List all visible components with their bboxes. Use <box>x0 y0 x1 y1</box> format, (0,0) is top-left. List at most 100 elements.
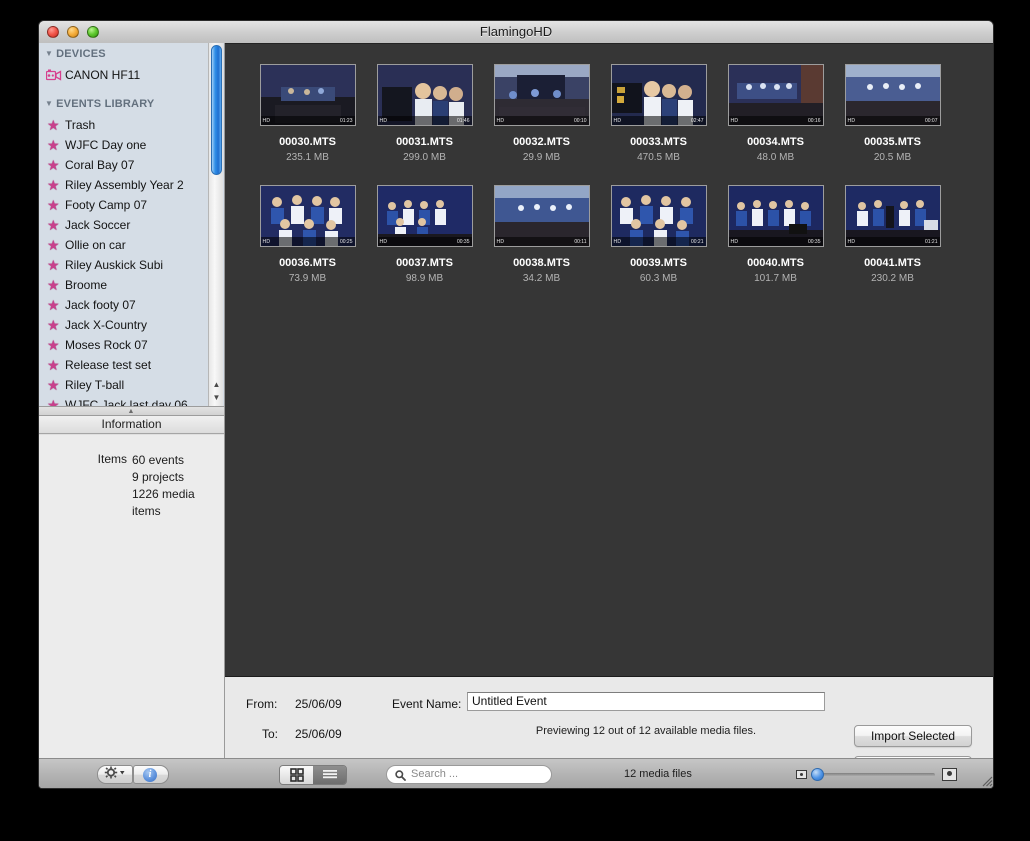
disclosure-triangle-icon[interactable]: ▼ <box>45 99 53 108</box>
duration-badge: 00:35 <box>456 239 470 245</box>
sidebar-item-riley-auskick-subi[interactable]: ★ Riley Auskick Subi <box>39 255 224 275</box>
sidebar-item-jack-footy-07[interactable]: ★ Jack footy 07 <box>39 295 224 315</box>
media-item[interactable]: HD 02:47 00033.MTS 470.5 MB <box>600 64 717 185</box>
media-thumbnail[interactable]: HD 00:11 <box>493 185 590 247</box>
media-item[interactable]: HD 00:35 00037.MTS 98.9 MB <box>366 185 483 306</box>
media-filename: 00033.MTS <box>630 136 687 148</box>
format-badge: HD <box>847 239 856 245</box>
sidebar-item-release-test-set[interactable]: ★ Release test set <box>39 355 224 375</box>
import-selected-button[interactable]: Import Selected <box>854 725 972 747</box>
media-filesize: 34.2 MB <box>522 273 561 284</box>
window-titlebar: FlamingoHD <box>39 21 993 44</box>
media-filename: 00037.MTS <box>396 257 453 269</box>
sidebar: ▼ DEVICES CANON HF11 ▼ EVENTS LIBRARY ★ … <box>39 43 225 758</box>
sidebar-splitter[interactable]: ▲ <box>39 406 224 416</box>
sidebar-scrollbar-thumb[interactable] <box>211 45 222 175</box>
media-item[interactable]: HD 00:07 00035.MTS 20.5 MB <box>834 64 951 185</box>
sidebar-item-riley-t-ball[interactable]: ★ Riley T-ball <box>39 375 224 395</box>
format-badge: HD <box>730 118 739 124</box>
sidebar-item-ollie-on-car[interactable]: ★ Ollie on car <box>39 235 224 255</box>
media-filename: 00031.MTS <box>396 136 453 148</box>
info-button[interactable]: i <box>133 765 169 784</box>
search-input[interactable]: Search ... <box>386 765 552 784</box>
media-thumbnail[interactable]: HD 00:10 <box>493 64 590 126</box>
sidebar-group-label: DEVICES <box>56 48 106 60</box>
scroll-down-arrow-icon[interactable]: ▼ <box>211 392 222 403</box>
sidebar-item-broome[interactable]: ★ Broome <box>39 275 224 295</box>
zoom-slider-track[interactable] <box>812 773 935 777</box>
sidebar-group-label: EVENTS LIBRARY <box>56 98 155 110</box>
thumbnail-badge-bar: HD 02:47 <box>611 116 706 125</box>
media-item[interactable]: HD 00:21 00039.MTS 60.3 MB <box>600 185 717 306</box>
media-filename: 00038.MTS <box>513 257 570 269</box>
info-icon: i <box>143 768 157 782</box>
media-browser: HD 01:23 00030.MTS 235.1 MB HD 01:46 000… <box>225 43 993 778</box>
media-thumbnail[interactable]: HD 01:23 <box>259 64 356 126</box>
to-value: 25/06/09 <box>295 727 342 741</box>
media-thumbnail[interactable]: HD 02:47 <box>610 64 707 126</box>
scroll-up-arrow-icon[interactable]: ▲ <box>211 379 222 390</box>
resize-grip-icon[interactable] <box>979 773 993 787</box>
sidebar-item-footy-camp-07[interactable]: ★ Footy Camp 07 <box>39 195 224 215</box>
media-filesize: 230.2 MB <box>871 273 914 284</box>
sidebar-item-wjfc-jack-last-day-06[interactable]: ★ WJFC Jack last day 06 <box>39 395 224 406</box>
grid-view-button[interactable] <box>280 766 313 784</box>
list-view-button[interactable] <box>313 766 346 784</box>
sidebar-item-wjfc-day-one[interactable]: ★ WJFC Day one <box>39 135 224 155</box>
sidebar-item-trash[interactable]: ★ Trash <box>39 115 224 135</box>
media-filesize: 235.1 MB <box>286 152 329 163</box>
sidebar-item-jack-x-country[interactable]: ★ Jack X-Country <box>39 315 224 335</box>
zoom-slider-thumb[interactable] <box>811 768 824 781</box>
search-icon <box>395 770 406 781</box>
sidebar-item-coral-bay-07[interactable]: ★ Coral Bay 07 <box>39 155 224 175</box>
sidebar-item-canon-hf11[interactable]: CANON HF11 <box>39 65 224 85</box>
media-thumbnail[interactable]: HD 00:35 <box>376 185 473 247</box>
media-filename: 00032.MTS <box>513 136 570 148</box>
media-thumbnail[interactable]: HD 00:21 <box>610 185 707 247</box>
sidebar-item-label: WJFC Day one <box>65 138 147 152</box>
media-item[interactable]: HD 00:10 00032.MTS 29.9 MB <box>483 64 600 185</box>
view-mode-toggle[interactable] <box>279 765 347 785</box>
media-thumbnail[interactable]: HD 00:25 <box>259 185 356 247</box>
media-item[interactable]: HD 00:11 00038.MTS 34.2 MB <box>483 185 600 306</box>
sidebar-item-moses-rock-07[interactable]: ★ Moses Rock 07 <box>39 335 224 355</box>
action-menu-button[interactable] <box>97 765 133 784</box>
application-window: FlamingoHD ▼ DEVICES CANON HF11 ▼ EVENTS… <box>38 20 994 789</box>
media-thumbnail[interactable]: HD 00:35 <box>727 185 824 247</box>
window-body: ▼ DEVICES CANON HF11 ▼ EVENTS LIBRARY ★ … <box>39 43 993 778</box>
media-filename: 00030.MTS <box>279 136 336 148</box>
sidebar-group-devices[interactable]: ▼ DEVICES <box>39 43 224 65</box>
sidebar-item-riley-assembly-year-2[interactable]: ★ Riley Assembly Year 2 <box>39 175 224 195</box>
media-item[interactable]: HD 00:35 00040.MTS 101.7 MB <box>717 185 834 306</box>
thumbnail-large-icon[interactable] <box>942 768 957 781</box>
media-thumbnail[interactable]: HD 00:07 <box>844 64 941 126</box>
media-item[interactable]: HD 01:21 00041.MTS 230.2 MB <box>834 185 951 306</box>
format-badge: HD <box>730 239 739 245</box>
media-item[interactable]: HD 00:16 00034.MTS 48.0 MB <box>717 64 834 185</box>
sidebar-scrollbar[interactable]: ▲ ▼ <box>208 43 223 406</box>
thumbnail-badge-bar: HD 00:11 <box>494 237 589 246</box>
sidebar-item-jack-soccer[interactable]: ★ Jack Soccer <box>39 215 224 235</box>
information-panel: Items 60 events 9 projects 1226 media it… <box>39 435 224 758</box>
media-item[interactable]: HD 01:46 00031.MTS 299.0 MB <box>366 64 483 185</box>
disclosure-triangle-icon[interactable]: ▼ <box>45 49 53 58</box>
sidebar-group-events-library[interactable]: ▼ EVENTS LIBRARY <box>39 93 224 115</box>
media-filesize: 101.7 MB <box>754 273 797 284</box>
sidebar-source-list[interactable]: ▼ DEVICES CANON HF11 ▼ EVENTS LIBRARY ★ … <box>39 43 224 406</box>
media-thumbnail[interactable]: HD 01:46 <box>376 64 473 126</box>
splitter-grip-icon: ▲ <box>127 408 135 415</box>
thumbnail-area[interactable]: HD 01:23 00030.MTS 235.1 MB HD 01:46 000… <box>225 43 993 676</box>
media-item[interactable]: HD 00:25 00036.MTS 73.9 MB <box>249 185 366 306</box>
thumbnail-badge-bar: HD 00:10 <box>494 116 589 125</box>
thumbnail-small-icon[interactable] <box>796 770 807 779</box>
sidebar-item-label: Broome <box>65 278 108 292</box>
star-icon: ★ <box>47 377 60 393</box>
media-thumbnail[interactable]: HD 00:16 <box>727 64 824 126</box>
thumbnail-badge-bar: HD 01:46 <box>377 116 472 125</box>
event-name-input[interactable]: Untitled Event <box>467 692 825 711</box>
media-filesize: 73.9 MB <box>288 273 327 284</box>
sidebar-item-label: Coral Bay 07 <box>65 158 135 172</box>
media-thumbnail[interactable]: HD 01:21 <box>844 185 941 247</box>
media-item[interactable]: HD 01:23 00030.MTS 235.1 MB <box>249 64 366 185</box>
sidebar-item-label: Trash <box>65 118 96 132</box>
